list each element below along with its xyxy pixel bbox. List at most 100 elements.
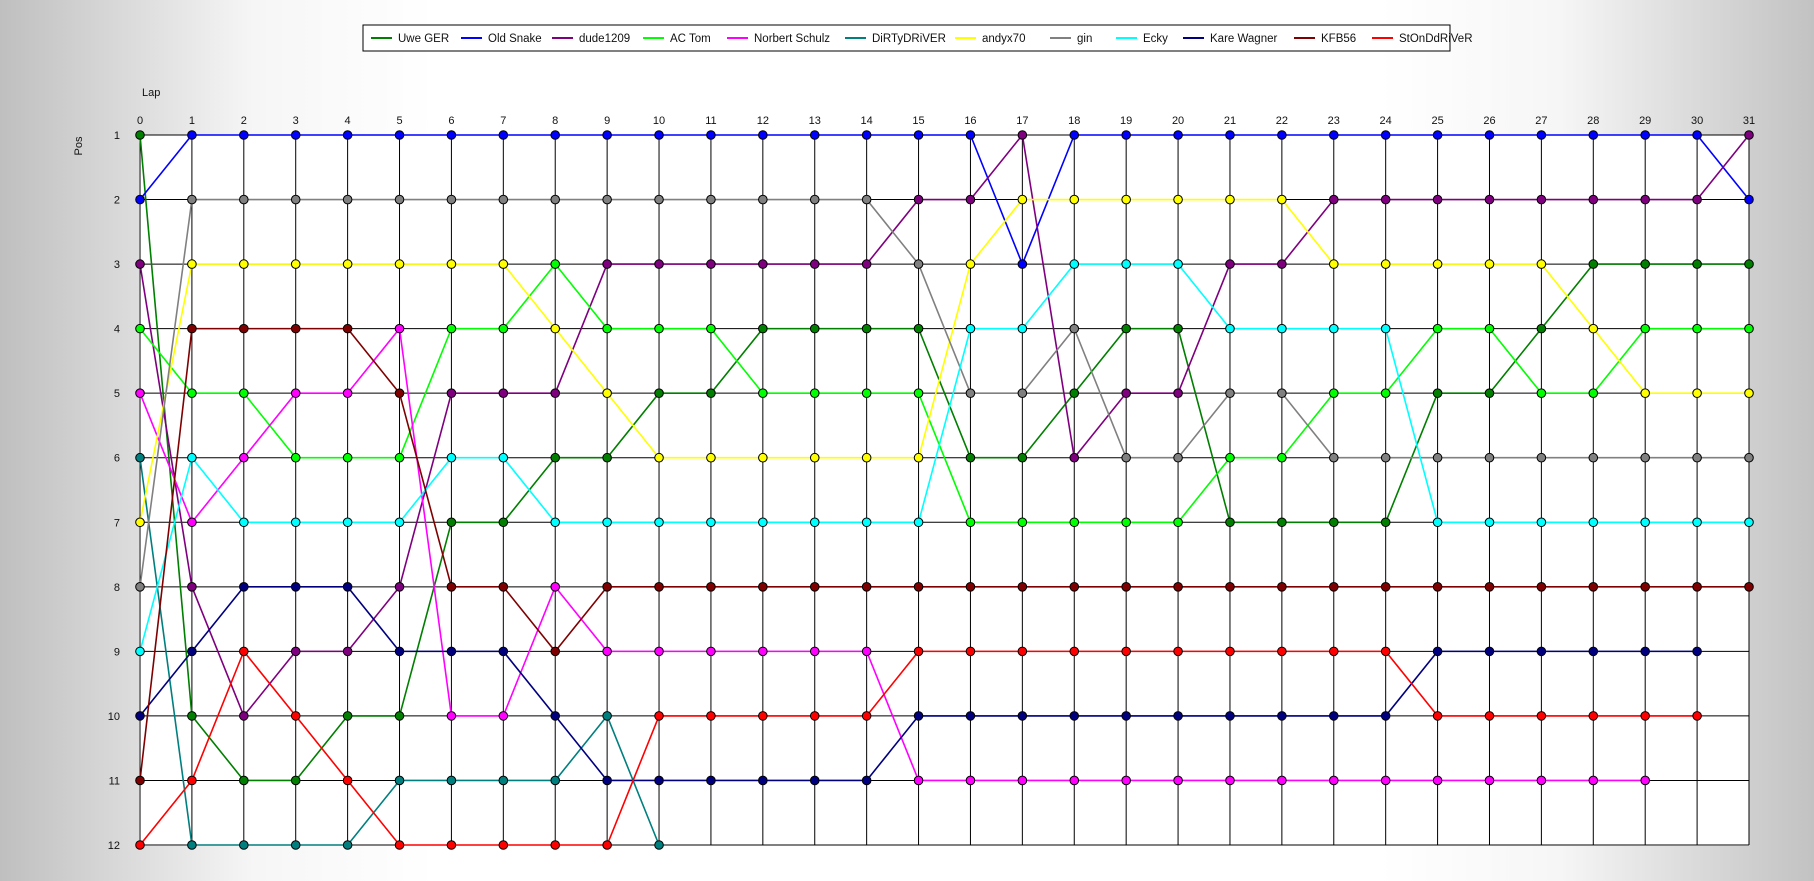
data-point	[1536, 130, 1547, 140]
data-point	[1017, 130, 1028, 140]
x-tick-label: 21	[1224, 115, 1236, 127]
data-point	[1432, 388, 1443, 398]
data-point	[1484, 452, 1495, 463]
data-point	[135, 517, 145, 528]
data-point	[1380, 582, 1391, 592]
data-point	[290, 259, 301, 269]
data-point	[1380, 388, 1391, 398]
data-point	[498, 323, 509, 334]
data-point	[550, 323, 561, 334]
legend-label: AC Tom	[670, 33, 711, 45]
data-point	[187, 840, 197, 850]
data-point	[1328, 194, 1339, 205]
data-point	[1588, 388, 1599, 398]
data-point	[1744, 452, 1754, 463]
data-point	[758, 582, 768, 592]
x-tick-label: 20	[1172, 115, 1184, 127]
data-point	[1380, 646, 1391, 657]
x-tick-label: 25	[1431, 115, 1443, 127]
data-point	[602, 130, 612, 140]
x-tick-label: 24	[1380, 115, 1392, 127]
data-point	[1380, 775, 1391, 786]
data-point	[342, 388, 353, 398]
data-point	[809, 775, 820, 786]
data-point	[1121, 711, 1131, 721]
data-point	[187, 711, 197, 721]
data-point	[446, 130, 457, 140]
y-tick-label: 5	[114, 388, 120, 400]
data-point	[1744, 323, 1754, 334]
data-point	[1173, 259, 1183, 269]
data-point	[706, 259, 716, 269]
data-point	[654, 646, 664, 657]
data-point	[498, 130, 509, 140]
data-point	[446, 452, 457, 463]
data-point	[394, 130, 405, 140]
legend: Uwe GER Old Snake dude1209 AC Tom Norbert Sc…	[362, 24, 1473, 52]
data-point	[1536, 259, 1547, 269]
data-point	[1173, 323, 1183, 334]
data-point	[1692, 646, 1702, 657]
data-point	[1017, 452, 1028, 463]
data-point	[1588, 711, 1599, 721]
data-point	[550, 840, 561, 850]
data-point	[654, 194, 664, 205]
data-point	[550, 259, 561, 269]
data-point	[187, 582, 197, 592]
data-point	[187, 130, 197, 140]
data-point	[1277, 323, 1287, 334]
data-point	[1484, 130, 1495, 140]
data-point	[342, 775, 353, 786]
x-tick-label: 7	[500, 115, 506, 127]
data-point	[1121, 452, 1131, 463]
data-point	[135, 130, 145, 140]
data-point	[342, 259, 353, 269]
data-point	[1432, 582, 1443, 592]
data-point	[239, 517, 249, 528]
data-point	[394, 517, 405, 528]
data-point	[1692, 194, 1702, 205]
data-point	[1069, 452, 1080, 463]
data-point	[1380, 323, 1391, 334]
data-point	[187, 323, 197, 334]
data-point	[446, 775, 457, 786]
data-point	[239, 130, 249, 140]
data-point	[602, 711, 612, 721]
data-point	[602, 452, 612, 463]
data-point	[394, 194, 405, 205]
data-point	[446, 388, 457, 398]
data-point	[498, 517, 509, 528]
data-point	[187, 517, 197, 528]
data-point	[1277, 582, 1287, 592]
data-point	[1640, 711, 1650, 721]
data-point	[446, 646, 457, 657]
y-tick-label: 4	[114, 324, 120, 336]
data-point	[1069, 388, 1080, 398]
data-point	[1536, 517, 1547, 528]
data-point	[1173, 194, 1183, 205]
data-point	[602, 775, 612, 786]
data-point	[861, 452, 872, 463]
data-point	[1121, 194, 1131, 205]
data-point	[1277, 130, 1287, 140]
data-point	[239, 711, 249, 721]
data-point	[1640, 388, 1650, 398]
data-point	[239, 840, 249, 850]
x-tick-label: 11	[705, 115, 716, 127]
data-point	[1432, 130, 1443, 140]
data-point	[861, 582, 872, 592]
data-point	[1225, 711, 1235, 721]
x-tick-label: 10	[653, 115, 665, 127]
data-point	[290, 130, 301, 140]
data-point	[239, 323, 249, 334]
data-point	[1640, 517, 1650, 528]
legend-label: DiRTyDRiVER	[872, 33, 946, 45]
y-tick-label: 12	[108, 840, 120, 852]
data-point	[550, 452, 561, 463]
data-point	[239, 194, 249, 205]
data-point	[654, 840, 664, 850]
data-point	[1692, 130, 1702, 140]
data-point	[861, 194, 872, 205]
data-point	[1017, 775, 1028, 786]
data-point	[187, 259, 197, 269]
